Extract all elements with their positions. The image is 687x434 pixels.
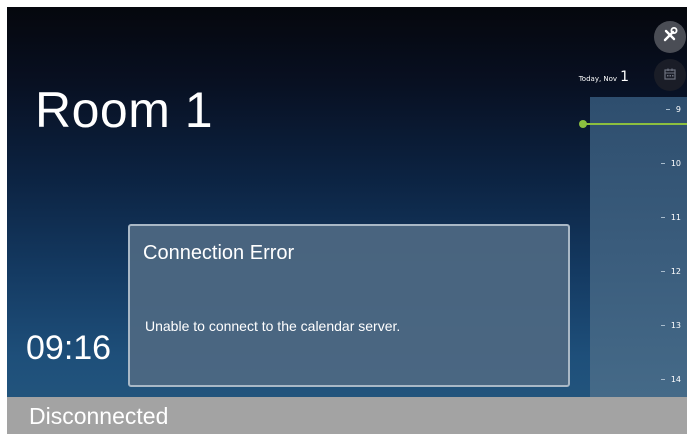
hour-marker: 11 [660, 213, 681, 222]
current-time-dot [579, 120, 587, 128]
current-time: 09:16 [26, 329, 112, 367]
hour-marker: 13 [660, 321, 681, 330]
hour-marker: 9 [665, 105, 681, 114]
calendar-button[interactable] [654, 59, 686, 91]
date-header: Today, Nov 1 [579, 69, 629, 85]
hour-label: 11 [670, 213, 681, 222]
dialog-message: Unable to connect to the calendar server… [145, 318, 401, 334]
date-day: 1 [620, 69, 629, 85]
hour-marker: 10 [660, 159, 681, 168]
hour-label: 10 [670, 159, 681, 168]
hour-marker: 12 [660, 267, 681, 276]
connection-error-dialog[interactable]: Connection Error Unable to connect to th… [128, 224, 570, 387]
current-time-line [582, 123, 687, 125]
dialog-title: Connection Error [143, 242, 295, 264]
room-display-screen: Room 1 09:16 Today, Nov 1 9 10 11 12 13 … [7, 7, 687, 434]
status-bar: Disconnected [7, 397, 687, 434]
hour-label: 12 [670, 267, 681, 276]
calendar-icon [663, 66, 677, 85]
settings-button[interactable] [654, 21, 686, 53]
date-label: Today, Nov [578, 75, 618, 83]
room-name: Room 1 [35, 82, 214, 138]
tools-icon [661, 26, 679, 48]
hour-marker: 14 [660, 375, 681, 384]
day-timeline[interactable]: 9 10 11 12 13 14 [590, 97, 687, 397]
hour-label: 14 [670, 375, 681, 384]
hour-label: 13 [670, 321, 681, 330]
hour-label: 9 [675, 105, 681, 114]
connection-status: Disconnected [29, 403, 169, 429]
